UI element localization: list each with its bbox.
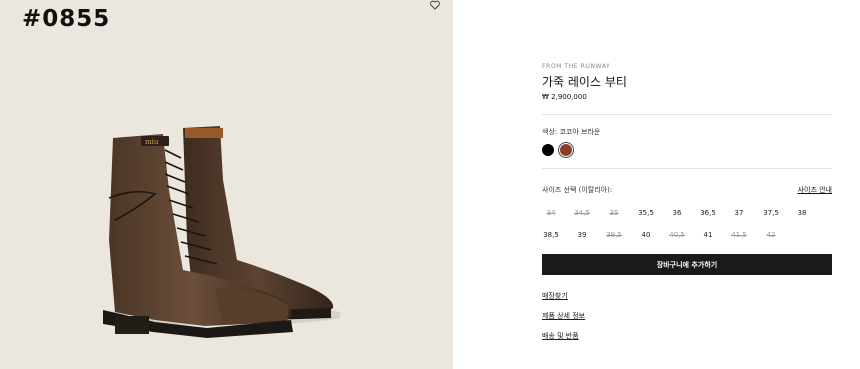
size-option[interactable]: 35 <box>602 209 626 217</box>
size-option[interactable]: 37 <box>727 209 751 217</box>
store-locator-link[interactable]: 매장찾기 <box>542 291 568 301</box>
size-option[interactable]: 42 <box>759 231 783 239</box>
size-option[interactable]: 34,5 <box>570 209 594 217</box>
size-option[interactable]: 38 <box>790 209 814 217</box>
divider <box>542 168 832 169</box>
product-image-panel: #0855 miu <box>0 0 453 369</box>
size-option[interactable]: 41 <box>696 231 720 239</box>
size-option[interactable]: 36 <box>665 209 689 217</box>
svg-text:miu: miu <box>145 138 159 146</box>
add-to-cart-button[interactable]: 장바구니에 추가하기 <box>542 254 832 275</box>
color-swatch-cocoa-brown[interactable] <box>560 144 572 156</box>
eyebrow-label: FROM THE RUNWAY <box>542 63 611 70</box>
size-option[interactable]: 36,5 <box>696 209 720 217</box>
heart-outline-icon[interactable] <box>429 0 441 10</box>
size-option[interactable]: 38,5 <box>539 231 563 239</box>
color-swatch-black[interactable] <box>542 144 554 156</box>
product-details-link[interactable]: 제품 상세 정보 <box>542 311 585 321</box>
color-label: 색상: 코코아 브라운 <box>542 128 601 136</box>
boots-image: miu <box>103 126 340 338</box>
size-option[interactable]: 35,5 <box>634 209 658 217</box>
size-option[interactable]: 34 <box>539 209 563 217</box>
shipping-returns-link[interactable]: 배송 및 반품 <box>542 331 579 341</box>
size-select-label: 사이즈 선택 (이탈리아): <box>542 186 613 194</box>
product-title: 가죽 레이스 부티 <box>542 75 627 89</box>
divider <box>542 114 832 115</box>
size-option[interactable]: 39,5 <box>602 231 626 239</box>
size-option[interactable]: 41,5 <box>727 231 751 239</box>
product-price: ₩ 2,900,000 <box>542 93 587 101</box>
size-option[interactable]: 37,5 <box>759 209 783 217</box>
size-guide-link[interactable]: 사이즈 안내 <box>798 185 832 195</box>
size-option[interactable]: 40,5 <box>665 231 689 239</box>
size-option[interactable]: 39 <box>570 231 594 239</box>
size-option[interactable]: 40 <box>634 231 658 239</box>
product-number: #0855 <box>22 6 111 32</box>
